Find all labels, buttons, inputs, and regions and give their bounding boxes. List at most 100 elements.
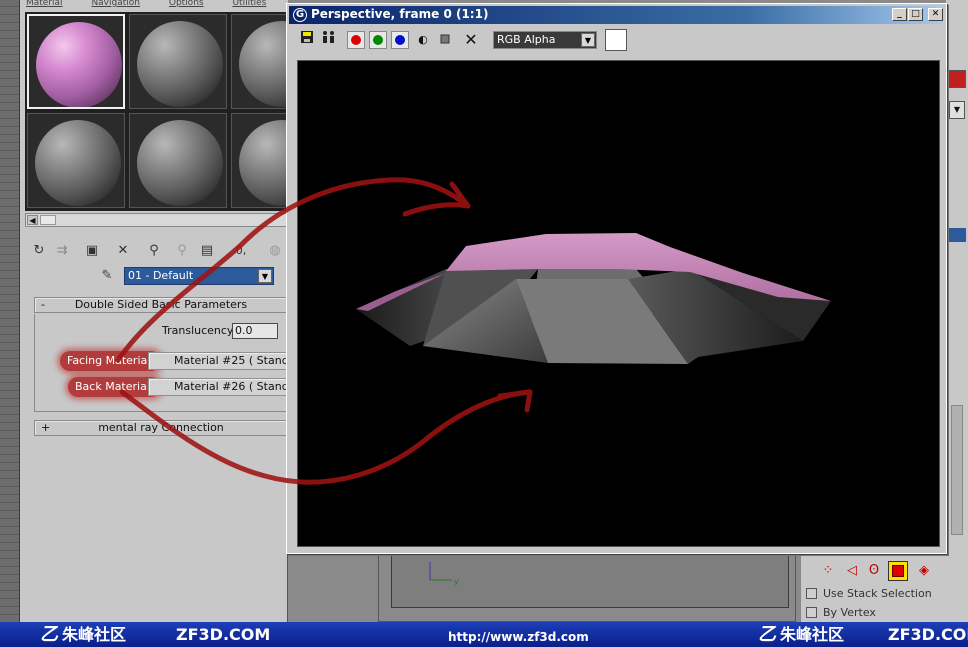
mental-ray-rollout-header[interactable]: + mental ray Connection: [34, 420, 288, 436]
axis-tripod-icon: y: [429, 562, 459, 586]
blue-dot-icon: [395, 35, 405, 45]
sample-sphere: [137, 21, 223, 107]
translucency-label: Translucency:: [162, 324, 237, 337]
eyedropper-icon[interactable]: ✎: [98, 267, 116, 285]
render-viewport: [297, 60, 940, 547]
edge-level-icon[interactable]: ◁: [842, 561, 862, 581]
use-stack-selection-label: Use Stack Selection: [823, 587, 932, 600]
background-viewport: y: [378, 552, 796, 622]
material-id-channel-icon[interactable]: 0,: [232, 242, 250, 260]
facing-material-button[interactable]: Material #25 ( Standard ): [148, 352, 293, 370]
modifier-stack-item[interactable]: [948, 228, 966, 242]
material-name-value: 01 - Default: [128, 269, 194, 282]
app-logo-icon: G: [293, 8, 307, 22]
sample-slot-4[interactable]: [27, 113, 125, 208]
subobject-level-icons: ⁘ ◁ ʘ ◈: [818, 560, 938, 582]
back-material-label: Back Material:: [68, 377, 161, 397]
modifier-color-swatch[interactable]: [948, 70, 966, 88]
make-unique-icon[interactable]: ⚲: [173, 242, 191, 260]
use-stack-selection-checkbox[interactable]: [806, 588, 817, 599]
site-banner: 乙 朱峰社区 ZF3D.COM http://www.zf3d.com 乙 朱峰…: [0, 622, 968, 647]
save-icon[interactable]: [297, 30, 317, 50]
clear-icon[interactable]: ✕: [461, 30, 481, 50]
show-map-icon[interactable]: ◍: [266, 242, 284, 260]
svg-text:y: y: [454, 577, 459, 586]
sample-sphere: [36, 22, 122, 107]
get-material-icon[interactable]: ↻: [30, 242, 48, 260]
rollout-expand-sign: +: [41, 421, 51, 434]
sample-sphere: [137, 120, 223, 206]
assign-to-selection-icon[interactable]: ▣: [83, 242, 101, 260]
site-url[interactable]: http://www.zf3d.com: [448, 628, 589, 647]
channel-value: RGB Alpha: [497, 33, 556, 46]
by-vertex-label: By Vertex: [823, 606, 876, 619]
alpha-channel-icon[interactable]: [435, 30, 455, 50]
clone-window-icon[interactable]: [319, 30, 339, 50]
chevron-down-icon[interactable]: ▼: [258, 269, 272, 283]
sample-slot-1[interactable]: [27, 14, 125, 109]
chevron-down-icon[interactable]: ▼: [949, 101, 965, 119]
viewport-edge-strip: [0, 0, 20, 622]
element-level-icon[interactable]: ◈: [914, 561, 934, 581]
red-channel-toggle[interactable]: [347, 31, 365, 49]
rendered-mesh: [356, 233, 831, 364]
rollout-title: Double Sided Basic Parameters: [74, 298, 248, 311]
by-vertex-checkbox[interactable]: [806, 607, 817, 618]
rollout-collapse-sign: -: [41, 298, 45, 311]
translucency-input[interactable]: 0.0: [232, 323, 278, 339]
brand-logo-right: 乙: [758, 624, 776, 645]
panel-scrollbar[interactable]: [951, 405, 963, 535]
pixel-color-swatch[interactable]: [605, 29, 627, 51]
brand-name-left: 朱峰社区: [62, 625, 127, 644]
reset-map-icon[interactable]: ✕: [114, 242, 132, 260]
green-dot-icon: [373, 35, 383, 45]
polygon-level-icon[interactable]: [888, 561, 908, 581]
material-name-dropdown[interactable]: 01 - Default ▼: [124, 267, 274, 285]
menu-utilities[interactable]: Utilities: [232, 0, 266, 8]
sample-slots: [25, 12, 329, 211]
menu-navigation[interactable]: Navigation: [91, 0, 140, 8]
brand-logo-left: 乙: [40, 624, 58, 645]
scroll-thumb[interactable]: [40, 215, 56, 225]
minimize-button[interactable]: _: [892, 8, 907, 21]
maximize-button[interactable]: □: [908, 8, 923, 21]
double-sided-rollout-header[interactable]: - Double Sided Basic Parameters: [34, 297, 288, 313]
command-panel-edge: ▼: [946, 0, 968, 395]
sample-slot-2[interactable]: [129, 14, 227, 109]
sample-slot-5[interactable]: [129, 113, 227, 208]
brand-name-right: 朱峰社区: [780, 625, 845, 644]
window-title: Perspective, frame 0 (1:1): [311, 7, 489, 21]
vertex-level-icon[interactable]: ⁘: [818, 561, 838, 581]
put-to-library-icon[interactable]: ▤: [198, 242, 216, 260]
sample-sphere: [35, 120, 121, 206]
material-name-row: ✎ 01 - Default ▼: [98, 266, 288, 286]
menu-material[interactable]: Material: [26, 0, 63, 8]
slots-scrollbar[interactable]: ◀: [25, 213, 288, 227]
red-dot-icon: [351, 35, 361, 45]
back-material-button[interactable]: Material #26 ( Standard ): [148, 378, 293, 396]
scroll-left-arrow-icon[interactable]: ◀: [27, 215, 38, 225]
use-stack-selection-row[interactable]: Use Stack Selection: [806, 586, 932, 602]
render-frame-window: G Perspective, frame 0 (1:1) _ □ ✕ ◐ ✕ R…: [286, 3, 947, 554]
material-editor: Material Navigation Options Utilities ◀ …: [20, 0, 329, 622]
site-name-left[interactable]: ZF3D.COM: [176, 625, 270, 644]
border-level-icon[interactable]: ʘ: [864, 561, 884, 581]
mr-rollout-title: mental ray Connection: [98, 421, 224, 434]
put-to-scene-icon[interactable]: ⇉: [53, 242, 71, 260]
viewport-canvas[interactable]: y: [391, 553, 789, 608]
close-button[interactable]: ✕: [928, 8, 943, 21]
render-toolbar: ◐ ✕ RGB Alpha ▼: [289, 26, 944, 54]
green-channel-toggle[interactable]: [369, 31, 387, 49]
copy-material-icon[interactable]: ⚲: [145, 242, 163, 260]
facing-material-label: Facing Material:: [60, 351, 162, 371]
chevron-down-icon[interactable]: ▼: [581, 33, 595, 47]
by-vertex-row[interactable]: By Vertex: [806, 605, 876, 621]
window-titlebar[interactable]: G Perspective, frame 0 (1:1) _ □ ✕: [289, 6, 944, 24]
material-editor-menu: Material Navigation Options Utilities: [20, 0, 288, 10]
channel-dropdown[interactable]: RGB Alpha ▼: [493, 31, 597, 49]
menu-options[interactable]: Options: [169, 0, 204, 8]
site-name-right[interactable]: ZF3D.COM: [888, 625, 968, 644]
blue-channel-toggle[interactable]: [391, 31, 409, 49]
material-toolbar: ↻ ⇉ ▣ ✕ ⚲ ⚲ ▤ 0, ◍: [28, 240, 288, 262]
monochrome-icon[interactable]: ◐: [413, 30, 433, 50]
